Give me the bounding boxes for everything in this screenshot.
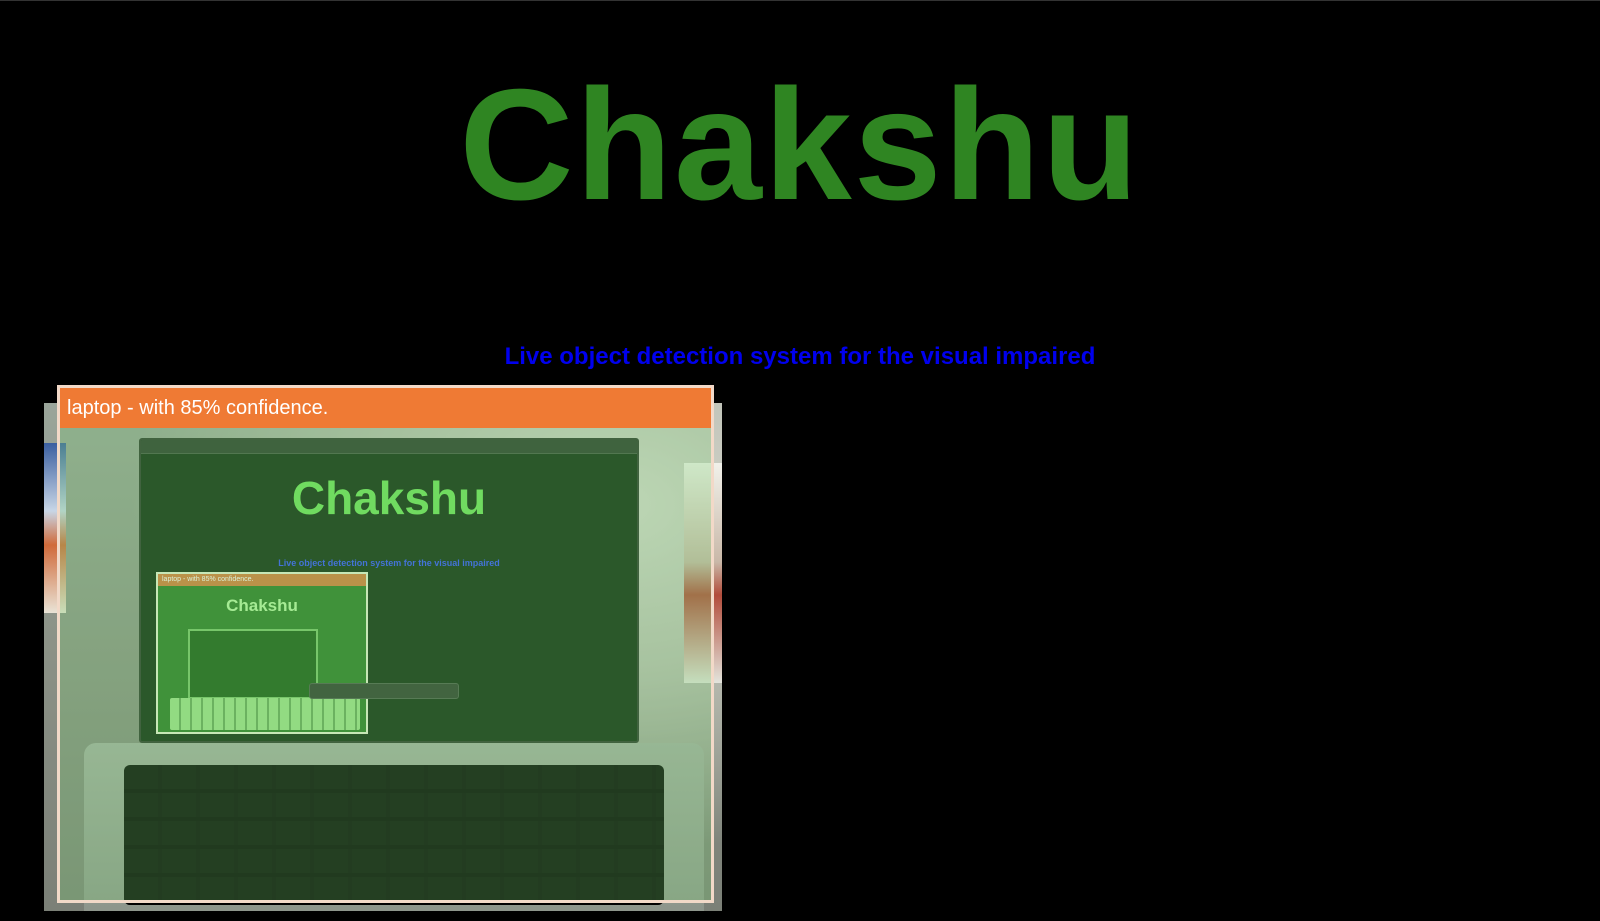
- top-divider: [0, 0, 1600, 1]
- detection-label: laptop - with 85% confidence.: [60, 388, 711, 428]
- detection-bounding-box: laptop - with 85% confidence.: [57, 385, 714, 903]
- page-title: Chakshu: [459, 57, 1141, 233]
- page-subtitle: Live object detection system for the vis…: [504, 343, 1096, 370]
- page: Chakshu Live object detection system for…: [0, 0, 1600, 921]
